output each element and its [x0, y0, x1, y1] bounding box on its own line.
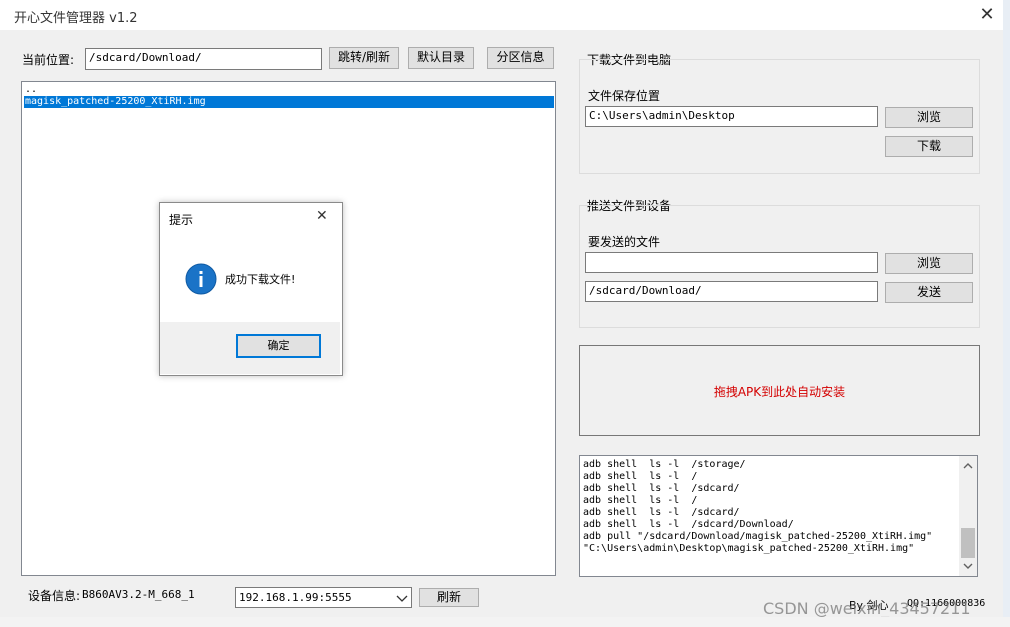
taskbar — [0, 617, 1010, 627]
apk-drop-zone[interactable]: 拖拽APK到此处自动安装 — [579, 345, 980, 436]
log-line: adb shell ls -l /sdcard/Download/ — [583, 519, 794, 530]
chevron-down-icon — [396, 595, 408, 602]
send-button[interactable]: 发送 — [885, 282, 973, 303]
log-line: adb shell ls -l /sdcard/ — [583, 507, 740, 518]
device-info-value: B860AV3.2-M_668_1 — [82, 588, 195, 601]
log-output[interactable]: adb shell ls -l /storage/ adb shell ls -… — [579, 455, 978, 577]
scroll-down-icon — [963, 563, 973, 569]
log-line: adb shell ls -l / — [583, 495, 698, 506]
download-browse-button[interactable]: 浏览 — [885, 107, 973, 128]
csdn-watermark: CSDN @weixin_43457211 — [763, 599, 971, 618]
window-close-icon[interactable]: ✕ — [975, 3, 999, 27]
dialog-close-icon[interactable]: ✕ — [316, 208, 328, 224]
target-path-input[interactable]: /sdcard/Download/ — [585, 281, 878, 302]
desktop-background — [1003, 0, 1010, 627]
log-scrollbar[interactable] — [959, 456, 977, 576]
log-line: adb pull "/sdcard/Download/magisk_patche… — [583, 531, 933, 542]
dialog-footer: 确定 — [160, 322, 340, 374]
log-line: adb shell ls -l / — [583, 471, 698, 482]
list-item-parent[interactable]: .. — [24, 84, 554, 96]
path-input[interactable]: /sdcard/Download/ — [85, 48, 322, 70]
save-location-label: 文件保存位置 — [588, 89, 661, 103]
file-to-send-label: 要发送的文件 — [588, 235, 661, 249]
current-location-label: 当前位置: — [22, 53, 75, 67]
drop-zone-text: 拖拽APK到此处自动安装 — [713, 385, 846, 399]
download-button[interactable]: 下载 — [885, 136, 973, 157]
title-bar: 开心文件管理器 v1.2 ✕ — [0, 0, 1003, 30]
dialog-ok-button[interactable]: 确定 — [236, 334, 321, 358]
list-item-selected[interactable]: magisk_patched-25200_XtiRH.img — [24, 96, 554, 108]
push-browse-button[interactable]: 浏览 — [885, 253, 973, 274]
scroll-up-icon — [963, 463, 973, 469]
save-path-input[interactable]: C:\Users\admin\Desktop — [585, 106, 878, 127]
log-line: adb shell ls -l /storage/ — [583, 459, 746, 470]
dialog-message: 成功下载文件! — [225, 273, 296, 286]
dialog-title: 提示 — [169, 213, 194, 227]
partition-info-button[interactable]: 分区信息 — [487, 47, 554, 69]
device-refresh-button[interactable]: 刷新 — [419, 588, 479, 607]
log-line: "C:\Users\admin\Desktop\magisk_patched-2… — [583, 543, 915, 554]
log-line: adb shell ls -l /sdcard/ — [583, 483, 740, 494]
file-to-send-input[interactable] — [585, 252, 878, 273]
go-refresh-button[interactable]: 跳转/刷新 — [329, 47, 399, 69]
window-title: 开心文件管理器 v1.2 — [14, 11, 138, 26]
message-dialog: 提示 ✕ 成功下载文件! 确定 — [159, 202, 343, 376]
scroll-thumb — [961, 528, 975, 558]
device-address-combo[interactable]: 192.168.1.99:5555 — [235, 587, 412, 608]
device-info-label: 设备信息: — [28, 589, 81, 603]
info-icon — [185, 263, 217, 295]
default-dir-button[interactable]: 默认目录 — [408, 47, 474, 69]
device-address-value: 192.168.1.99:5555 — [239, 591, 352, 604]
